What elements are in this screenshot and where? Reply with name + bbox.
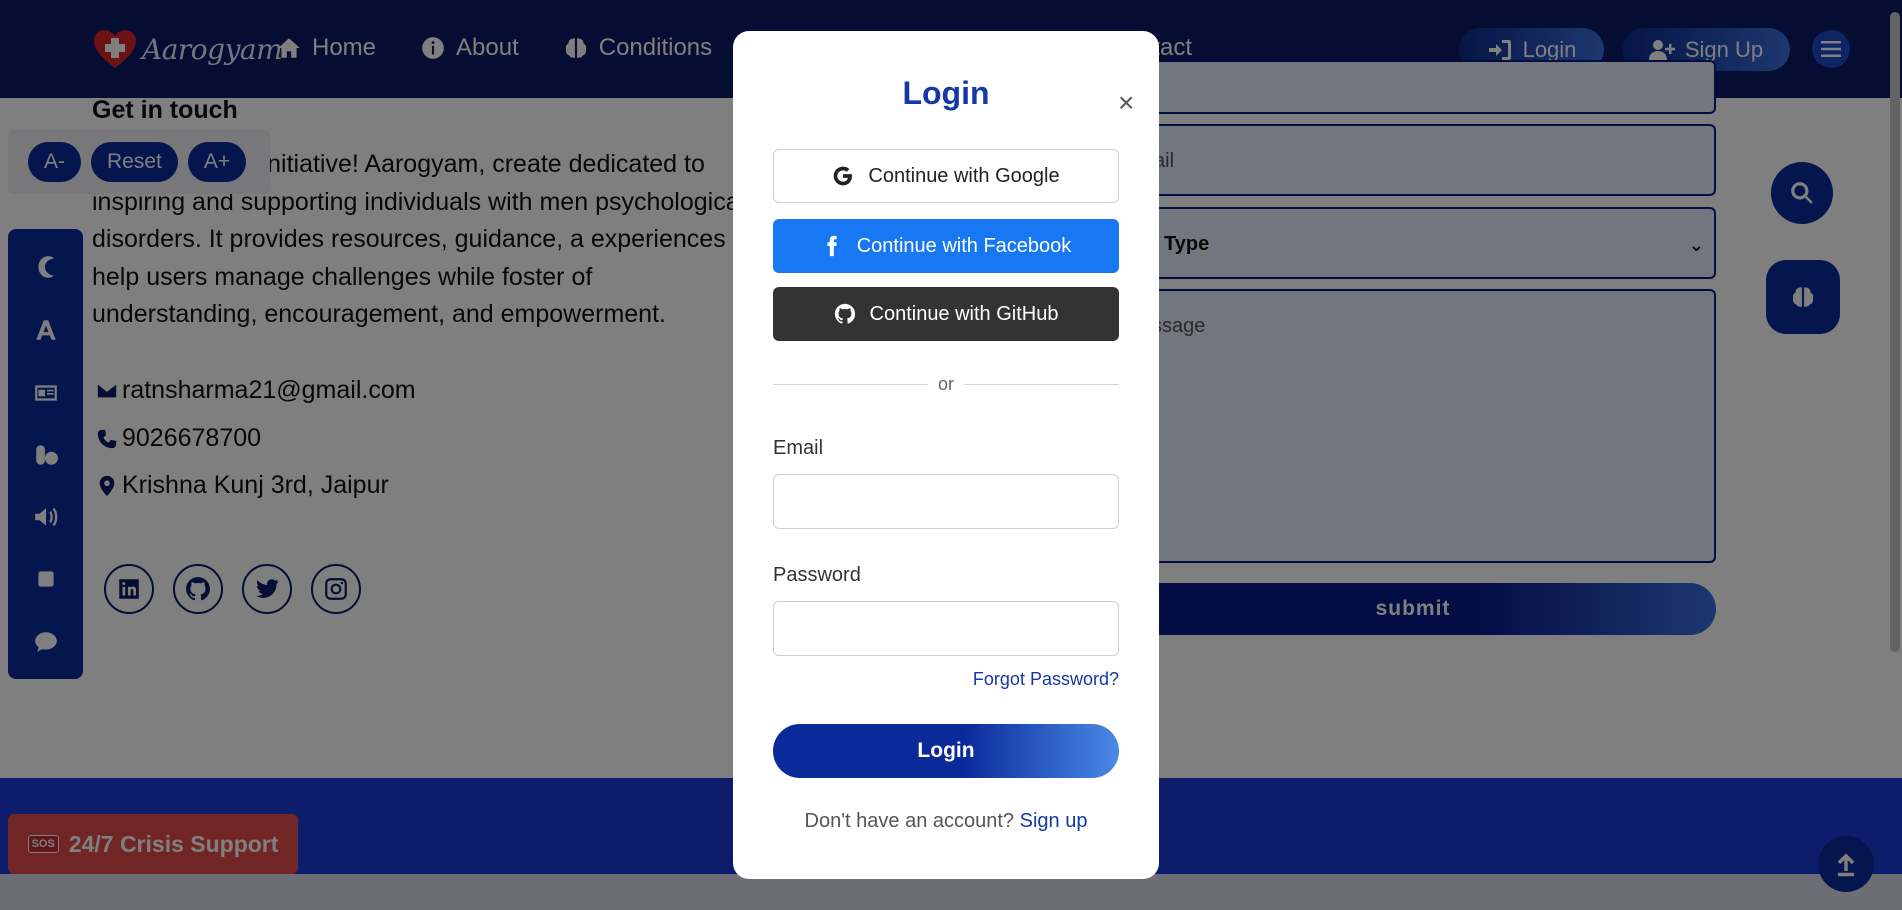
facebook-icon [827,235,837,257]
login-modal: × Login Continue with Google Continue wi… [733,31,1159,879]
facebook-login-label: Continue with Facebook [856,234,1072,257]
email-label: Email [773,437,824,459]
google-login-label: Continue with Google [868,164,1060,187]
signup-prompt: Don't have an account? Sign up [733,810,1159,833]
github-icon [834,303,855,324]
email-field[interactable] [773,474,1119,529]
password-label: Password [773,564,861,586]
github-login-label: Continue with GitHub [869,302,1059,325]
password-field[interactable] [773,601,1119,656]
forgot-password-link[interactable]: Forgot Password? [973,669,1119,690]
github-login-button[interactable]: Continue with GitHub [773,287,1119,341]
login-submit-button[interactable]: Login [773,724,1119,778]
facebook-login-button[interactable]: Continue with Facebook [773,219,1119,273]
signup-prompt-text: Don't have an account? [804,810,1015,832]
divider-text: or [937,374,954,394]
modal-title: Login [902,75,990,111]
signup-link[interactable]: Sign up [1020,810,1088,832]
google-icon [834,166,853,186]
google-login-button[interactable]: Continue with Google [773,149,1119,203]
or-divider: or [773,374,1119,394]
